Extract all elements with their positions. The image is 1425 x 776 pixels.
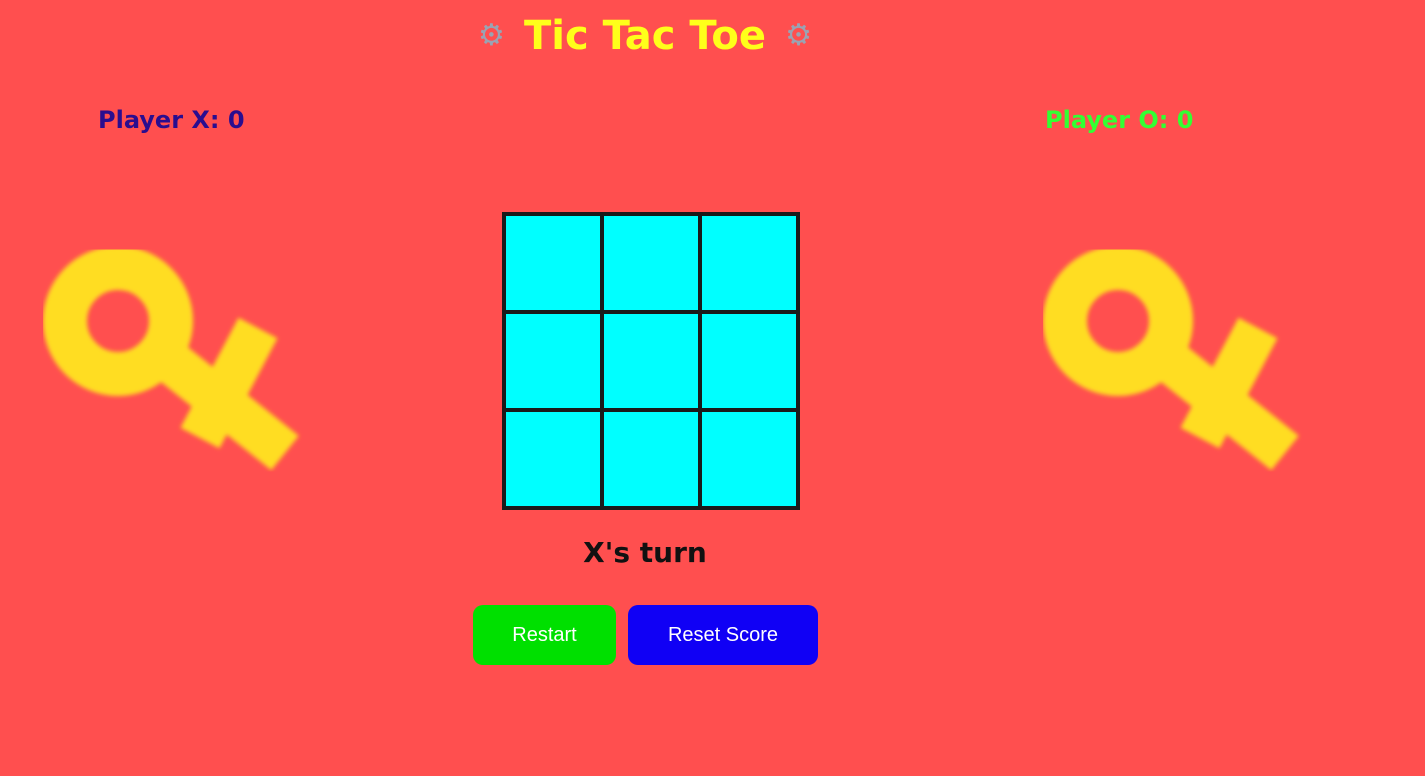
board-cell[interactable] xyxy=(700,214,798,312)
board-cell[interactable] xyxy=(504,214,602,312)
page-title: Tic Tac Toe xyxy=(524,13,766,59)
player-x-score: Player X: 0 xyxy=(98,106,245,134)
board-cell[interactable] xyxy=(700,410,798,508)
board-cell[interactable] xyxy=(700,312,798,410)
gear-icon: ⚙ xyxy=(785,18,812,53)
game-page: ⚙ Tic Tac Toe ⚙ Player X: 0 Player O: 0 xyxy=(0,0,1425,776)
restart-button[interactable]: Restart xyxy=(473,605,616,665)
turn-status: X's turn xyxy=(583,536,707,569)
player-o-score: Player O: 0 xyxy=(1045,106,1194,134)
board-cell[interactable] xyxy=(602,214,700,312)
board-cell[interactable] xyxy=(504,312,602,410)
female-symbol-icon xyxy=(1043,246,1299,471)
board-cell[interactable] xyxy=(602,312,700,410)
board-cell[interactable] xyxy=(602,410,700,508)
reset-score-button[interactable]: Reset Score xyxy=(628,605,818,665)
female-symbol-icon xyxy=(43,246,299,471)
gear-icon: ⚙ xyxy=(478,18,505,53)
title-row: ⚙ Tic Tac Toe ⚙ xyxy=(0,10,1290,62)
board-cell[interactable] xyxy=(504,410,602,508)
game-board xyxy=(502,212,800,510)
